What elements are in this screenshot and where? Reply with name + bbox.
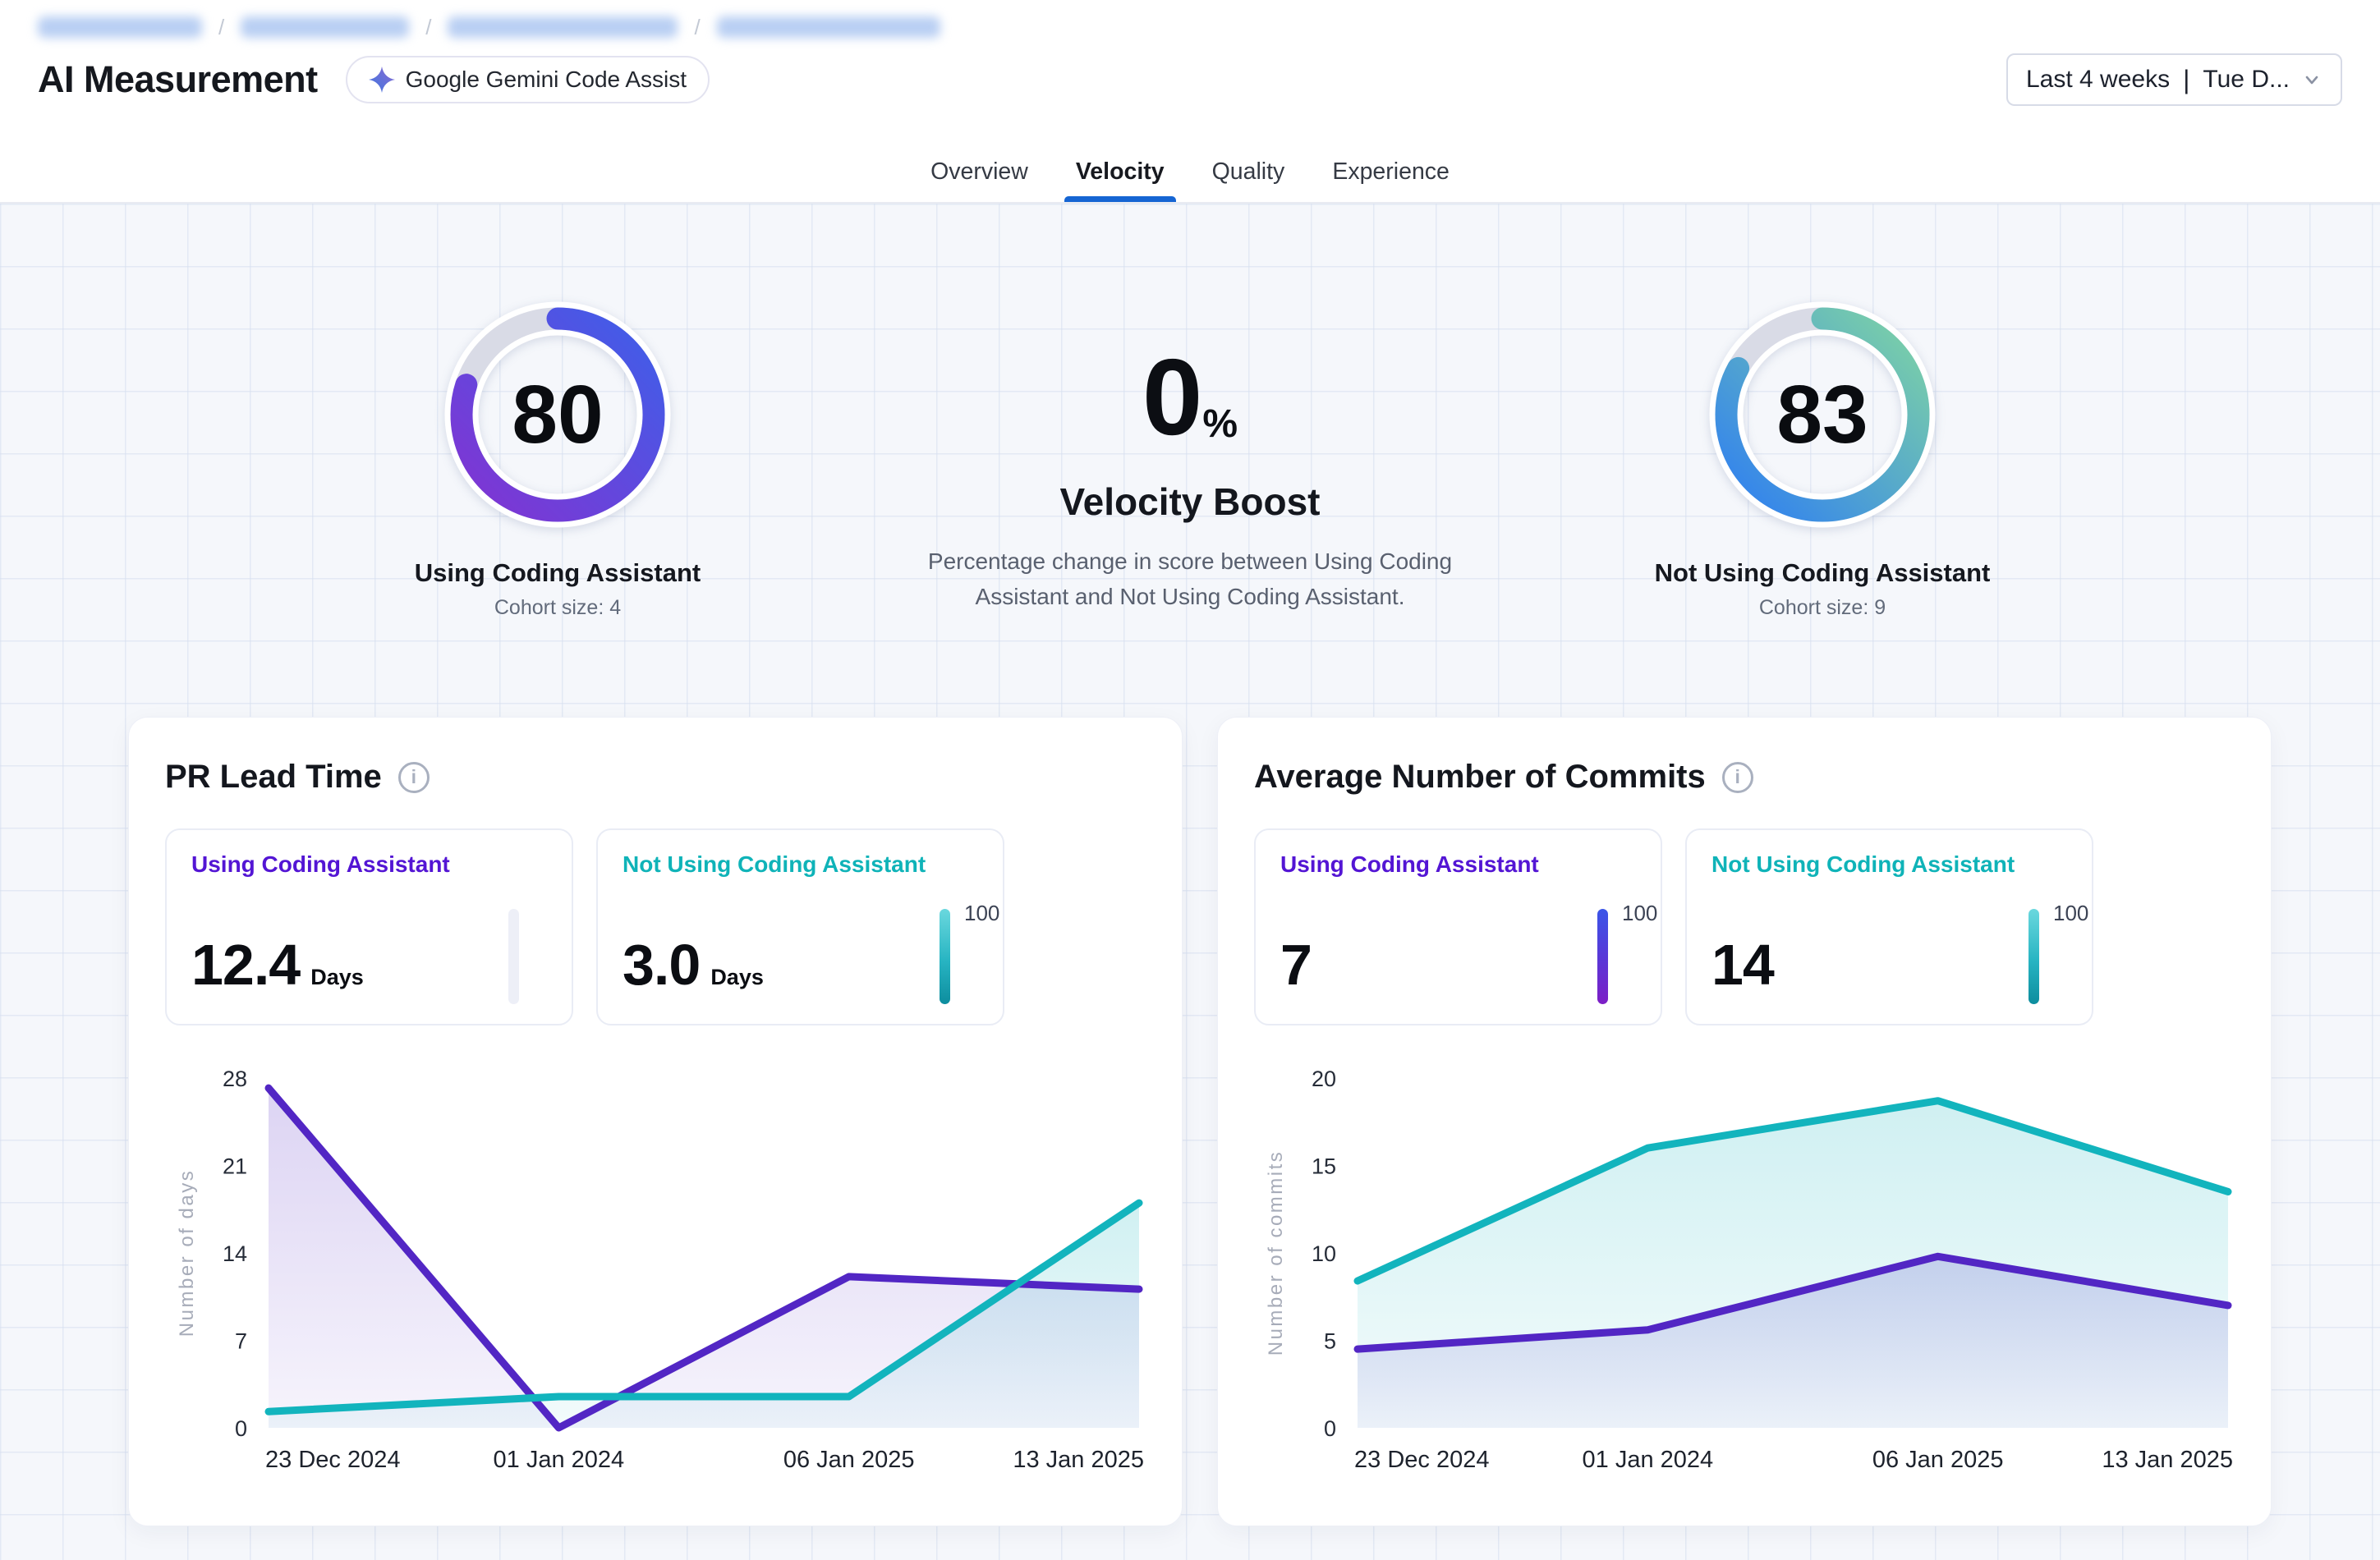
metric-label: Using Coding Assistant [1280, 851, 1636, 878]
metric-value: 14 [1711, 932, 1774, 998]
svg-text:01 Jan 2024: 01 Jan 2024 [494, 1447, 625, 1473]
svg-text:13 Jan 2025: 13 Jan 2025 [2102, 1447, 2233, 1473]
metric-using-assistant: Using Coding Assistant 7 100 [1254, 828, 1662, 1025]
card-title: PR Lead Time [165, 759, 382, 796]
date-range-detail: Tue D... [2203, 66, 2290, 94]
svg-text:28: 28 [223, 1067, 247, 1091]
svg-text:14: 14 [223, 1241, 247, 1266]
info-icon[interactable]: i [1722, 762, 1753, 793]
svg-text:23 Dec 2024: 23 Dec 2024 [265, 1447, 400, 1473]
breadcrumb-link-redacted[interactable] [448, 16, 678, 38]
svg-text:5: 5 [1324, 1329, 1336, 1354]
breadcrumb-separator: / [214, 15, 229, 40]
breadcrumb-link-redacted[interactable] [38, 16, 202, 38]
gauge-cohort-size: Cohort size: 9 [1759, 596, 1886, 620]
gauge-label: Not Using Coding Assistant [1655, 558, 1991, 588]
velocity-boost-block: 0 % Velocity Boost Percentage change in … [894, 296, 1486, 620]
gauge-cohort-size: Cohort size: 4 [494, 596, 621, 620]
metric-not-using-assistant: Not Using Coding Assistant 3.0 Days 100 [596, 828, 1004, 1025]
metrics-row: Using Coding Assistant 7 100 Not Using C… [1254, 828, 2235, 1025]
scale-max-label: 100 [1622, 901, 1657, 926]
metric-unit: Days [310, 965, 364, 990]
content-area: 80 Using Coding Assistant Cohort size: 4… [0, 204, 2380, 1560]
not-using-assistant-gauge: 83 [1703, 296, 1941, 534]
tab-bar: Overview Velocity Quality Experience [0, 118, 2380, 204]
svg-text:Number of commits: Number of commits [1265, 1150, 1287, 1356]
metric-scale-bar [508, 909, 519, 1004]
chevron-down-icon [2301, 69, 2323, 90]
svg-text:13 Jan 2025: 13 Jan 2025 [1013, 1447, 1144, 1473]
breadcrumb: / / / [0, 0, 2380, 41]
using-assistant-gauge-block: 80 Using Coding Assistant Cohort size: 4 [328, 296, 788, 620]
gauge-score: 83 [1703, 296, 1941, 534]
metric-label: Not Using Coding Assistant [1711, 851, 2067, 878]
date-range-label: Last 4 weeks [2026, 66, 2170, 94]
card-title: Average Number of Commits [1254, 759, 1706, 796]
scale-max-label: 100 [2053, 901, 2088, 926]
velocity-boost-value: 0 % [1142, 343, 1238, 452]
title-row: AI Measurement Google Gemini Code Assist… [0, 41, 2380, 118]
metric-scale-bar: 100 [1597, 909, 1608, 1004]
velocity-boost-description: Percentage change in score between Using… [927, 544, 1453, 615]
metric-not-using-assistant: Not Using Coding Assistant 14 100 [1685, 828, 2093, 1025]
svg-text:Number of days: Number of days [176, 1169, 198, 1337]
velocity-boost-title: Velocity Boost [1060, 479, 1321, 524]
app-header: / / / AI Measurement Google Gemini Code … [0, 0, 2380, 204]
breadcrumb-separator: / [420, 15, 436, 40]
scale-max-label: 100 [964, 901, 999, 926]
tab-quality[interactable]: Quality [1199, 141, 1298, 202]
page-title: AI Measurement [38, 58, 318, 101]
gauge-label: Using Coding Assistant [415, 558, 701, 588]
boost-percent-sign: % [1202, 401, 1238, 452]
svg-text:23 Dec 2024: 23 Dec 2024 [1354, 1447, 1489, 1473]
metric-value: 3.0 [623, 932, 700, 998]
card-pr-lead-time: PR Lead Time i Using Coding Assistant 12… [128, 717, 1183, 1526]
svg-text:15: 15 [1312, 1154, 1336, 1179]
metric-label: Not Using Coding Assistant [623, 851, 978, 878]
svg-text:0: 0 [235, 1416, 247, 1441]
metric-label: Using Coding Assistant [191, 851, 547, 878]
card-average-commits: Average Number of Commits i Using Coding… [1217, 717, 2272, 1526]
metric-scale-bar: 100 [2029, 909, 2039, 1004]
svg-text:0: 0 [1324, 1416, 1336, 1441]
breadcrumb-link-redacted[interactable] [717, 16, 940, 38]
svg-text:06 Jan 2025: 06 Jan 2025 [1872, 1447, 2004, 1473]
gemini-sparkle-icon [369, 67, 395, 93]
not-using-assistant-gauge-block: 83 Not Using Coding Assistant Cohort siz… [1592, 296, 2052, 620]
gemini-code-assist-badge[interactable]: Google Gemini Code Assist [346, 56, 710, 103]
svg-text:06 Jan 2025: 06 Jan 2025 [783, 1447, 915, 1473]
metric-scale-bar: 100 [940, 909, 950, 1004]
svg-text:01 Jan 2024: 01 Jan 2024 [1583, 1447, 1714, 1473]
tab-velocity[interactable]: Velocity [1063, 141, 1178, 202]
breadcrumb-link-redacted[interactable] [241, 16, 409, 38]
breadcrumb-separator: / [689, 15, 705, 40]
date-range-select[interactable]: Last 4 weeks | Tue D... [2006, 53, 2342, 106]
svg-text:21: 21 [223, 1154, 247, 1179]
info-icon[interactable]: i [398, 762, 430, 793]
tab-overview[interactable]: Overview [917, 141, 1041, 202]
metric-value: 7 [1280, 932, 1312, 998]
svg-text:20: 20 [1312, 1067, 1336, 1091]
summary-row: 80 Using Coding Assistant Cohort size: 4… [0, 204, 2380, 620]
date-range-separator: | [2183, 65, 2189, 95]
badge-label: Google Gemini Code Assist [406, 67, 687, 93]
pr-lead-time-area-chart: 0 7 14 21 28 Number of days 23 Dec 2024 01 Jan … [165, 1060, 1146, 1487]
boost-number: 0 [1142, 343, 1202, 452]
gauge-score: 80 [439, 296, 677, 534]
svg-text:10: 10 [1312, 1241, 1336, 1266]
tab-experience[interactable]: Experience [1319, 141, 1463, 202]
using-assistant-gauge: 80 [439, 296, 677, 534]
metric-using-assistant: Using Coding Assistant 12.4 Days [165, 828, 573, 1025]
metric-value: 12.4 [191, 932, 300, 998]
svg-text:7: 7 [235, 1329, 247, 1354]
avg-commits-area-chart: 0 5 10 15 20 Number of commits 23 Dec 2024 01 J… [1254, 1060, 2235, 1487]
cards-row: PR Lead Time i Using Coding Assistant 12… [0, 620, 2380, 1526]
metric-unit: Days [710, 965, 764, 990]
metrics-row: Using Coding Assistant 12.4 Days Not Usi… [165, 828, 1146, 1025]
